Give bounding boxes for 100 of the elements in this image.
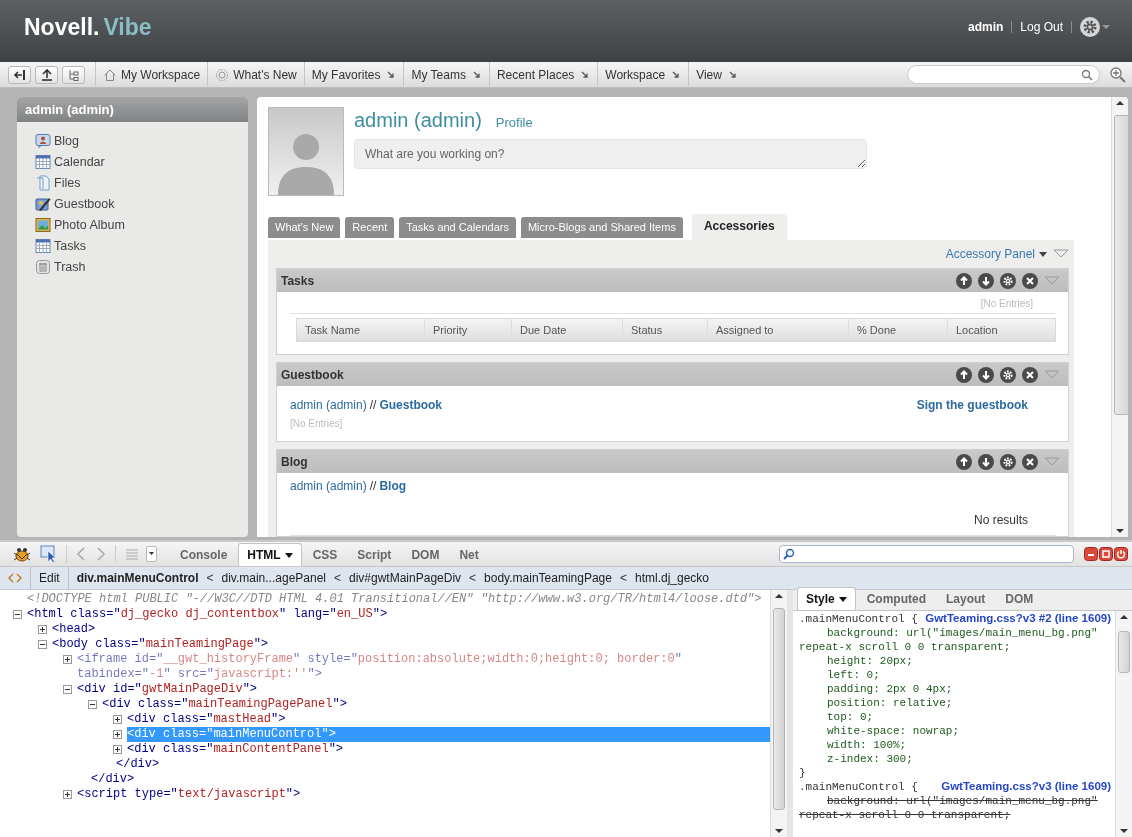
column-header[interactable]: Due Date <box>512 319 623 341</box>
panel-tab[interactable]: Net <box>450 543 488 566</box>
panel-tab[interactable]: Layout <box>937 587 995 610</box>
sidebar-item[interactable]: Files <box>35 172 248 193</box>
house-icon <box>103 67 117 82</box>
sidebar-item[interactable]: Calendar <box>35 151 248 172</box>
scrollbar[interactable] <box>1115 611 1132 837</box>
move-down-button[interactable] <box>978 272 994 289</box>
source-link[interactable]: GwtTeaming.css?v3 #2 (line 1609) <box>925 612 1115 626</box>
expand-button[interactable] <box>63 790 72 799</box>
upload-button[interactable] <box>35 65 58 84</box>
profile-link[interactable]: Profile <box>495 115 533 130</box>
close-icon <box>1022 366 1038 383</box>
move-down-button[interactable] <box>978 366 994 383</box>
nav-menu-item[interactable]: My Favorites <box>303 61 404 88</box>
restore-button[interactable] <box>1099 547 1113 561</box>
settings-button[interactable] <box>1000 453 1016 470</box>
move-up-button[interactable] <box>956 453 972 470</box>
minimize-button[interactable] <box>1084 547 1098 561</box>
upload-icon <box>39 67 54 82</box>
breadcrumb-item[interactable]: html.dj_gecko <box>634 571 709 585</box>
close-button[interactable] <box>1022 366 1038 383</box>
breadcrumb-item[interactable]: div.main...agePanel <box>221 571 326 585</box>
column-header[interactable]: Status <box>623 319 708 341</box>
dropdown-button[interactable] <box>146 546 157 562</box>
status-field[interactable]: What are you working on? <box>354 139 867 169</box>
panel-tab[interactable]: Console <box>171 543 237 566</box>
expand-button[interactable] <box>38 625 47 634</box>
sign-guestbook-link[interactable]: Sign the guestbook <box>916 398 1028 412</box>
accessory-title: Tasks <box>281 273 316 288</box>
owner-link[interactable]: admin (admin) <box>290 398 367 412</box>
sidebar-item[interactable]: Photo Album <box>35 214 248 235</box>
panel-tab[interactable]: Style <box>797 587 856 610</box>
expand-button[interactable] <box>113 715 122 724</box>
search-plus-icon[interactable] <box>1109 65 1127 84</box>
folder-link[interactable]: Blog <box>379 479 407 493</box>
breadcrumb-item[interactable]: body.mainTeamingPage <box>484 571 612 585</box>
sidebar-item[interactable]: Blog <box>35 130 248 151</box>
power-button[interactable] <box>1114 547 1128 561</box>
exit-icon <box>12 67 27 82</box>
calendar-icon <box>35 237 51 254</box>
panel-tab[interactable]: CSS <box>303 543 347 566</box>
move-up-button[interactable] <box>956 366 972 383</box>
triangle-icon <box>1044 275 1060 286</box>
sidebar-item[interactable]: Trash <box>35 256 248 277</box>
minus-box-icon <box>63 685 72 694</box>
tree-button[interactable] <box>62 65 85 84</box>
collapse-button[interactable] <box>88 700 97 709</box>
edit-button[interactable]: Edit <box>30 567 69 589</box>
expand-button[interactable] <box>63 655 72 664</box>
owner-link[interactable]: admin (admin) <box>290 479 367 493</box>
nav-menu-item[interactable]: My Teams <box>403 61 489 88</box>
exit-button[interactable] <box>8 65 31 84</box>
nav-menu-item[interactable]: View <box>688 61 745 88</box>
panel-tab[interactable]: HTML <box>238 543 302 566</box>
breadcrumb-item[interactable]: div#gwtMainPageDiv <box>349 571 462 585</box>
column-header[interactable]: % Done <box>849 319 948 341</box>
nav-menu-item[interactable]: What's New <box>207 61 304 88</box>
folder-link[interactable]: Guestbook <box>379 398 443 412</box>
nav-menu-item[interactable]: Recent Places <box>488 61 598 88</box>
settings-button[interactable] <box>1000 272 1016 289</box>
scrollbar[interactable] <box>770 590 787 837</box>
move-up-button[interactable] <box>956 272 972 289</box>
nav-menu-item[interactable]: My Workspace <box>95 61 208 88</box>
accessory-panel-menu[interactable]: Accessory Panel <box>945 247 1047 261</box>
column-header[interactable]: Assigned to <box>708 319 849 341</box>
collapse-button[interactable] <box>63 685 72 694</box>
column-header[interactable]: Priority <box>425 319 512 341</box>
bug-icon <box>12 545 32 563</box>
logout-link[interactable]: Log Out <box>1020 20 1063 34</box>
search-field[interactable] <box>907 65 1100 84</box>
column-header[interactable]: Task Name <box>297 319 425 341</box>
minus-box-icon <box>13 610 22 619</box>
empty-note: [No Entries] <box>980 298 1033 309</box>
document-icon <box>35 174 51 191</box>
settings-icon <box>1080 17 1100 37</box>
close-button[interactable] <box>1022 453 1038 470</box>
collapse-button[interactable] <box>38 640 47 649</box>
source-link[interactable]: GwtTeaming.css?v3 (line 1609) <box>941 780 1115 794</box>
tab[interactable]: Accessories <box>691 214 787 240</box>
breadcrumb-separator: < <box>469 571 477 585</box>
breadcrumb-item[interactable]: div.mainMenuControl <box>76 571 199 585</box>
settings-button[interactable] <box>1000 366 1016 383</box>
expand-button[interactable] <box>113 745 122 754</box>
panel-tab[interactable]: Computed <box>857 587 935 610</box>
panel-tab[interactable]: Script <box>348 543 401 566</box>
sidebar-item[interactable]: Tasks <box>35 235 248 256</box>
scrollbar[interactable] <box>1111 97 1128 537</box>
nav-menu-item[interactable]: Workspace <box>597 61 689 88</box>
expand-button[interactable] <box>113 730 122 739</box>
close-button[interactable] <box>1022 272 1038 289</box>
move-down-button[interactable] <box>978 453 994 470</box>
panel-tab[interactable]: DOM <box>402 543 449 566</box>
collapse-button[interactable] <box>13 610 22 619</box>
sidebar-item[interactable]: Guestbook <box>35 193 248 214</box>
triangle-icon <box>1053 249 1069 259</box>
search-field[interactable] <box>779 545 1074 563</box>
settings-menu[interactable] <box>1080 17 1110 37</box>
panel-tab[interactable]: DOM <box>996 587 1043 610</box>
column-header[interactable]: Location <box>948 319 1055 341</box>
